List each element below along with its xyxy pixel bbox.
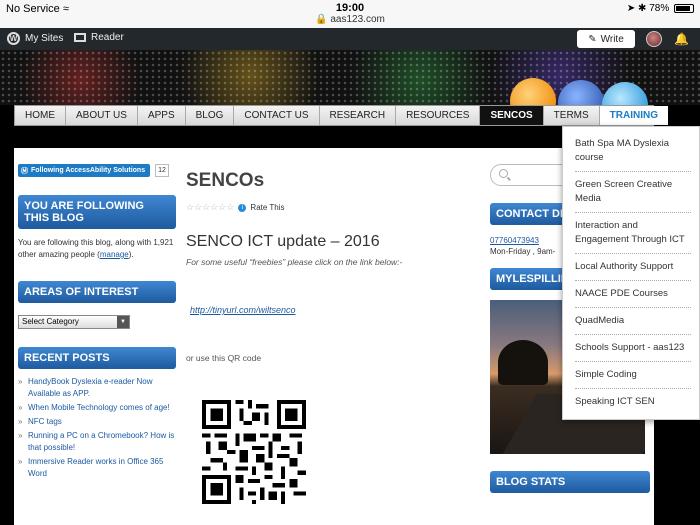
bluetooth-icon: ✱ (638, 3, 647, 14)
nav-training[interactable]: TRAINING (599, 106, 669, 125)
nav-research[interactable]: RESEARCH (320, 106, 397, 125)
nav-apps[interactable]: APPS (138, 106, 186, 125)
menu-item-naace[interactable]: NAACE PDE Courses (575, 281, 691, 308)
battery-percent: 78% (649, 3, 670, 14)
list-item[interactable]: NFC tags (18, 416, 176, 428)
rating-stars[interactable]: ☆☆☆☆☆☆ (186, 202, 234, 213)
training-dropdown-menu: Bath Spa MA Dyslexia course Green Screen… (562, 126, 700, 420)
status-indicators: ➤ ✱ 78% (627, 3, 694, 14)
freebies-link[interactable]: http://tinyurl.com/wiltsenco (186, 305, 476, 315)
follow-widget: Ⓜ Following AccessAbility Solutions 12 (18, 164, 176, 177)
category-select-value: Select Category (22, 317, 79, 326)
following-text-body: You are following this blog, along with … (18, 238, 174, 259)
menu-item-green-screen[interactable]: Green Screen Creative Media (575, 172, 691, 213)
qr-caption: or use this QR code (186, 353, 262, 363)
location-icon: ➤ (626, 3, 636, 14)
menu-item-interaction[interactable]: Interaction and Engagement Through ICT (575, 213, 691, 254)
following-text: You are following this blog, along with … (18, 237, 176, 261)
menu-item-local-authority[interactable]: Local Authority Support (575, 254, 691, 281)
list-item[interactable]: Immersive Reader works in Office 365 Wor… (18, 456, 176, 480)
nav-resources[interactable]: RESOURCES (396, 106, 481, 125)
clock: 19:00 (335, 2, 365, 14)
url-text: aas123.com (330, 14, 385, 25)
pencil-icon: ✎ (588, 33, 597, 45)
search-icon (499, 169, 508, 178)
nav-contact-us[interactable]: CONTACT US (234, 106, 320, 125)
menu-item-quadmedia[interactable]: QuadMedia (575, 308, 691, 335)
reader-button[interactable]: Reader (74, 32, 124, 43)
nav-terms[interactable]: TERMS (544, 106, 600, 125)
post-heading: SENCO ICT update – 2016 (186, 233, 380, 250)
follow-button[interactable]: Ⓜ Following AccessAbility Solutions (18, 164, 150, 177)
address-bar[interactable]: 🔒 aas123.com (0, 14, 700, 25)
main-content: SENCOs ☆☆☆☆☆☆ i Rate This SENCO ICT upda… (186, 170, 476, 504)
my-sites-label: My Sites (25, 33, 64, 44)
nav-sencos[interactable]: SENCOS (480, 106, 544, 125)
wordpress-logo-icon: Ⓜ (21, 167, 28, 175)
menu-item-bath-spa[interactable]: Bath Spa MA Dyslexia course (575, 131, 691, 172)
post-intro: For some useful “freebies” please click … (186, 257, 403, 267)
info-icon[interactable]: i (238, 203, 247, 212)
list-item[interactable]: When Mobile Technology comes of age! (18, 402, 176, 414)
menu-item-schools-support[interactable]: Schools Support - aas123 (575, 335, 691, 362)
write-label: Write (600, 33, 624, 45)
reader-icon (74, 33, 86, 42)
wp-admin-bar: W My Sites Reader ✎ Write 🔔 (0, 28, 700, 50)
my-sites-button[interactable]: W My Sites (7, 32, 63, 45)
following-text-end: ). (128, 250, 134, 259)
left-sidebar: Ⓜ Following AccessAbility Solutions 12 Y… (18, 164, 176, 482)
ios-status-bar: No Service ≈ 19:00 🔒 aas123.com ➤ ✱ 78% (0, 0, 700, 28)
avatar[interactable] (646, 31, 662, 47)
chevron-down-icon: ▼ (117, 316, 129, 328)
write-button[interactable]: ✎ Write (577, 30, 635, 48)
lock-icon: 🔒 (315, 14, 328, 25)
follow-count: 12 (155, 164, 169, 177)
main-navigation: HOME ABOUT US APPS BLOG CONTACT US RESEA… (14, 105, 669, 126)
reader-label: Reader (91, 32, 124, 43)
nav-about-us[interactable]: ABOUT US (66, 106, 138, 125)
following-widget-title: YOU ARE FOLLOWING THIS BLOG (18, 195, 176, 229)
follow-label: Following AccessAbility Solutions (31, 167, 146, 174)
recent-posts-title: RECENT POSTS (18, 347, 176, 369)
photo-tree (498, 340, 548, 385)
category-select[interactable]: Select Category ▼ (18, 315, 130, 329)
list-item[interactable]: Running a PC on a Chromebook? How is tha… (18, 430, 176, 454)
menu-item-simple-coding[interactable]: Simple Coding (575, 362, 691, 389)
nav-home[interactable]: HOME (15, 106, 66, 125)
blog-stats-title: BLOG STATS (490, 471, 650, 493)
notifications-bell-icon[interactable]: 🔔 (674, 32, 689, 46)
rating-widget: ☆☆☆☆☆☆ i Rate This (186, 202, 476, 213)
qr-code (202, 400, 306, 504)
nav-blog[interactable]: BLOG (186, 106, 235, 125)
page-title: SENCOs (186, 170, 265, 191)
list-item[interactable]: HandyBook Dyslexia e-reader Now Availabl… (18, 376, 176, 400)
battery-icon (674, 3, 694, 13)
areas-widget-title: AREAS OF INTEREST (18, 281, 176, 303)
rate-this-label: Rate This (250, 203, 285, 212)
menu-item-speaking-ict[interactable]: Speaking ICT SEN (575, 389, 691, 415)
wordpress-logo-icon: W (7, 32, 20, 45)
recent-posts-list: HandyBook Dyslexia e-reader Now Availabl… (18, 376, 176, 480)
manage-link[interactable]: manage (100, 250, 129, 259)
